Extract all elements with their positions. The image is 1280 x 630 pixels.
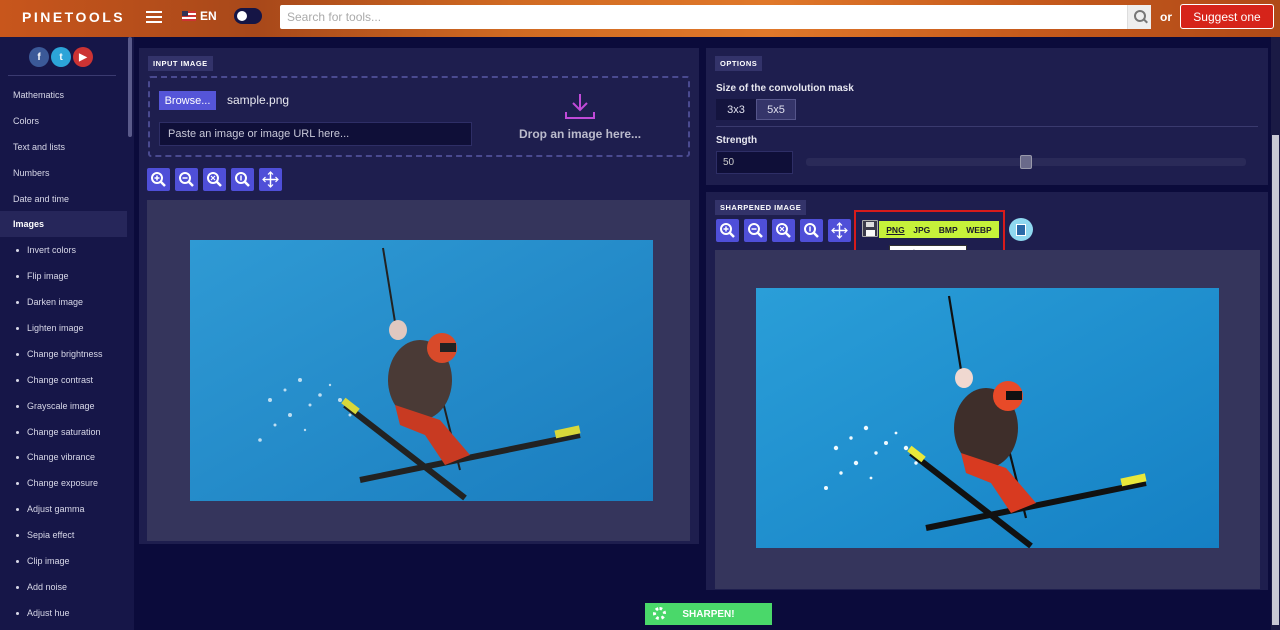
logo[interactable]: PINETOOLS — [22, 9, 125, 25]
input-zoom-toolbar — [147, 168, 282, 191]
sharpened-image-title: SHARPENED IMAGE — [715, 200, 807, 215]
language-label: EN — [200, 9, 217, 23]
social-links: f t ▶ — [29, 47, 93, 67]
sidebar-subitem[interactable]: Change saturation — [0, 419, 127, 445]
sidebar-subitem[interactable]: Invert colors — [0, 237, 127, 263]
sidebar: f t ▶ Mathematics Colors Text and lists … — [0, 37, 134, 630]
fit-move-icon[interactable] — [828, 219, 851, 242]
search-input[interactable] — [280, 5, 1125, 29]
gear-icon — [653, 607, 666, 620]
download-icon — [565, 94, 595, 119]
webp-button[interactable]: WEBP — [966, 225, 992, 235]
sidebar-subitem[interactable]: Adjust hue — [0, 600, 127, 626]
theme-toggle[interactable] — [234, 8, 262, 24]
dropzone[interactable]: Browse... sample.png Drop an image here.… — [148, 76, 690, 157]
mask-size-group: 3x3 5x5 — [716, 99, 796, 120]
fit-move-icon[interactable] — [259, 168, 282, 191]
zoom-in-icon[interactable] — [147, 168, 170, 191]
sidebar-subitem[interactable]: Lighten image — [0, 315, 127, 341]
search-icon[interactable] — [1127, 5, 1151, 29]
slider-handle[interactable] — [1020, 155, 1032, 169]
input-image-panel: INPUT IMAGE Browse... sample.png Drop an… — [139, 48, 699, 544]
drop-text: Drop an image here... — [519, 127, 642, 141]
zoom-out-icon[interactable] — [175, 168, 198, 191]
sidebar-subitem[interactable]: Change vibrance — [0, 444, 127, 470]
divider — [8, 75, 116, 76]
strength-input[interactable]: 50 — [716, 151, 793, 174]
zoom-actual-icon[interactable] — [231, 168, 254, 191]
sidebar-subitem[interactable]: Change exposure — [0, 470, 127, 496]
floppy-disk-icon — [862, 220, 878, 237]
input-image-title: INPUT IMAGE — [148, 56, 213, 71]
sidebar-subitem[interactable]: Sepia effect — [0, 522, 127, 548]
jpg-button[interactable]: JPG — [913, 225, 930, 235]
strength-slider[interactable] — [806, 155, 1246, 169]
input-canvas[interactable] — [147, 200, 690, 541]
mask-5x5-button[interactable]: 5x5 — [756, 99, 796, 120]
sidebar-subitem[interactable]: Adjust gamma — [0, 496, 127, 522]
sidebar-item-colors[interactable]: Colors — [0, 108, 127, 134]
or-text: or — [1160, 10, 1172, 24]
sidebar-item-text-lists[interactable]: Text and lists — [0, 134, 127, 160]
sidebar-subitem[interactable]: Change contrast — [0, 367, 127, 393]
sidebar-item-numbers[interactable]: Numbers — [0, 160, 127, 186]
sidebar-subitem[interactable]: Darken image — [0, 289, 127, 315]
sharpen-button[interactable]: SHARPEN! — [645, 603, 772, 625]
sharpened-image — [756, 288, 1219, 548]
sharpened-image-panel: SHARPENED IMAGE PNG JPG BMP WEBP Save im… — [706, 192, 1268, 590]
us-flag-icon — [182, 11, 196, 21]
search-box — [280, 5, 1151, 29]
bmp-button[interactable]: BMP — [939, 225, 958, 235]
url-field — [159, 122, 472, 146]
divider — [716, 126, 1258, 127]
copy-icon — [1016, 223, 1026, 236]
sidebar-item-mathematics[interactable]: Mathematics — [0, 82, 127, 108]
format-buttons: PNG JPG BMP WEBP — [879, 221, 999, 238]
twitter-icon[interactable]: t — [51, 47, 71, 67]
menu-icon[interactable] — [146, 8, 162, 28]
input-image — [190, 240, 653, 501]
filename: sample.png — [227, 93, 290, 107]
sidebar-subitem[interactable]: Grayscale image — [0, 393, 127, 419]
url-input[interactable] — [160, 123, 471, 145]
page-scrollbar[interactable] — [1271, 37, 1280, 630]
facebook-icon[interactable]: f — [29, 47, 49, 67]
mask-3x3-button[interactable]: 3x3 — [716, 99, 756, 120]
options-title: OPTIONS — [715, 56, 763, 71]
sidebar-subitem[interactable]: Flip image — [0, 263, 127, 289]
zoom-actual-icon[interactable] — [800, 219, 823, 242]
copy-to-input-button[interactable] — [1009, 218, 1033, 241]
strength-label: Strength — [716, 135, 758, 146]
sidebar-scrollbar[interactable] — [128, 37, 132, 137]
browse-button[interactable]: Browse... — [159, 91, 216, 110]
output-canvas[interactable] — [715, 250, 1260, 589]
zoom-reset-icon[interactable] — [203, 168, 226, 191]
sharpen-label: SHARPEN! — [682, 608, 735, 620]
zoom-out-icon[interactable] — [744, 219, 767, 242]
sidebar-subitem[interactable]: Change brightness — [0, 341, 127, 367]
sidebar-subitem[interactable]: Clip image — [0, 548, 127, 574]
output-zoom-toolbar — [716, 219, 851, 242]
options-panel: OPTIONS Size of the convolution mask 3x3… — [706, 48, 1268, 185]
png-button[interactable]: PNG — [886, 225, 904, 235]
language-selector[interactable]: EN — [182, 9, 217, 23]
suggest-button[interactable]: Suggest one — [1180, 4, 1274, 29]
mask-size-label: Size of the convolution mask — [716, 83, 854, 94]
zoom-reset-icon[interactable] — [772, 219, 795, 242]
sidebar-menu: Mathematics Colors Text and lists Number… — [0, 82, 127, 626]
youtube-icon[interactable]: ▶ — [73, 47, 93, 67]
sidebar-item-date-time[interactable]: Date and time — [0, 186, 127, 212]
zoom-in-icon[interactable] — [716, 219, 739, 242]
sidebar-item-images[interactable]: Images — [0, 211, 127, 238]
top-bar: PINETOOLS EN or Suggest one — [0, 0, 1280, 37]
sidebar-subitem[interactable]: Add noise — [0, 574, 127, 600]
